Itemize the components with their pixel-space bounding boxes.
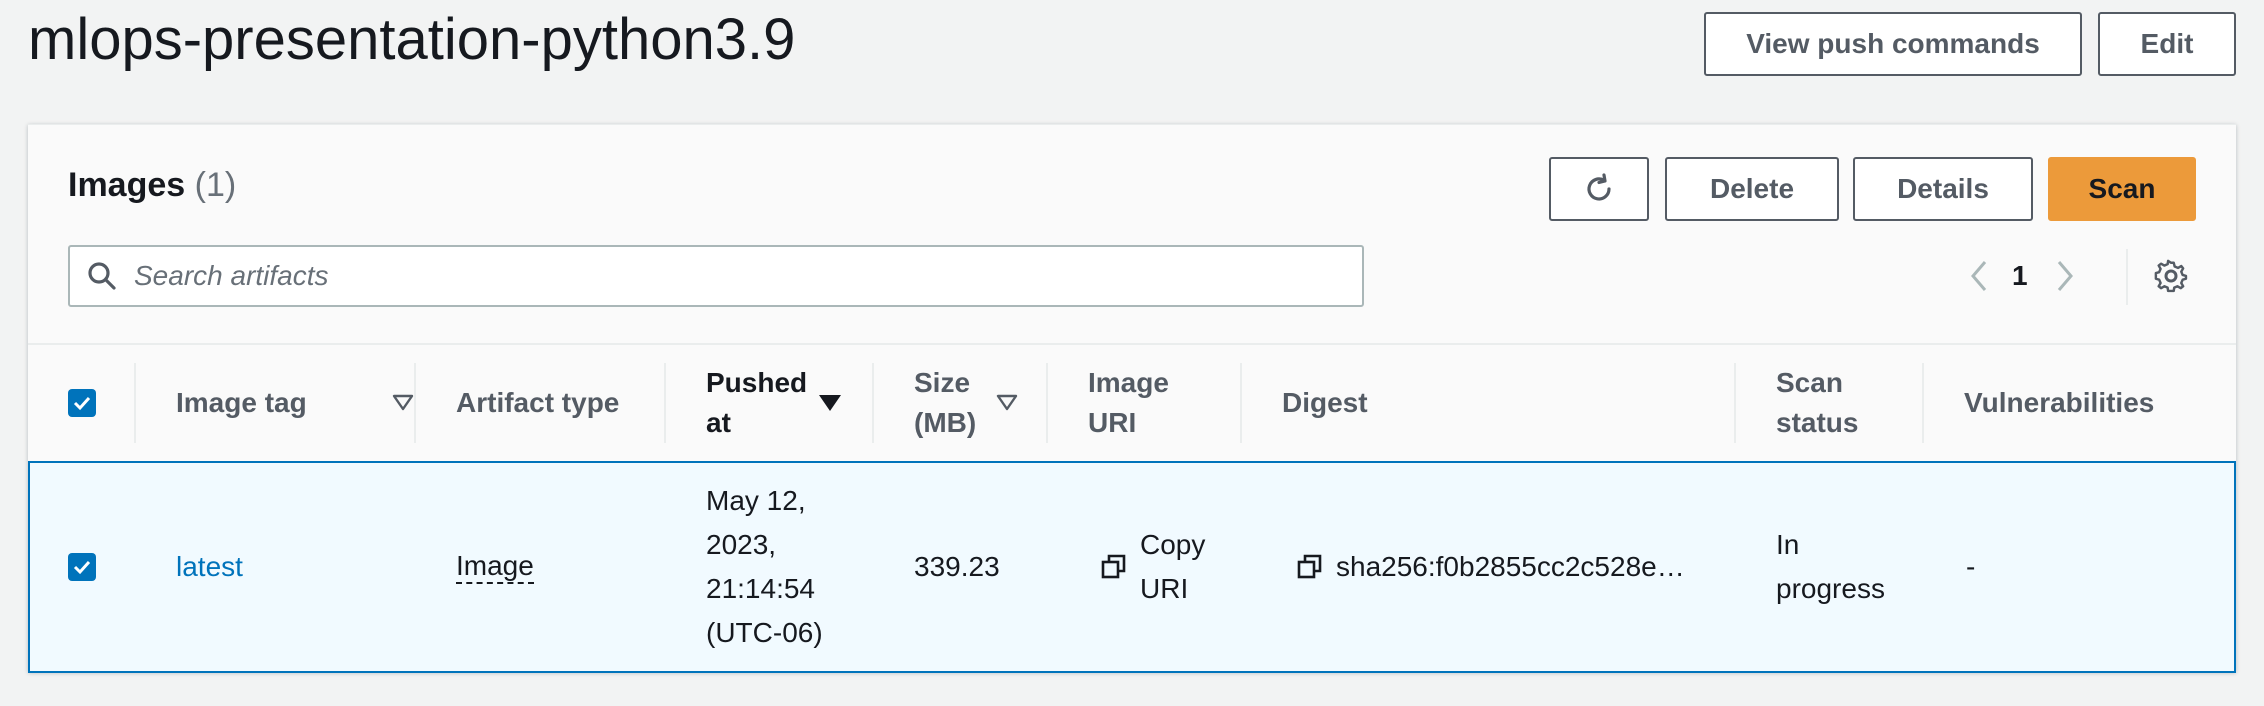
vulnerabilities-value: -	[1966, 551, 1976, 582]
pagination-divider	[2126, 249, 2128, 305]
artifact-type-cell: Image	[456, 463, 534, 671]
column-separator	[1240, 363, 1242, 443]
image-tag-cell: latest	[176, 463, 243, 671]
pagination: 1	[1968, 245, 2076, 307]
refresh-icon	[1582, 172, 1616, 206]
view-push-commands-label: View push commands	[1746, 28, 2040, 59]
page-number[interactable]: 1	[2012, 260, 2028, 292]
column-separator	[134, 363, 136, 443]
image-uri-cell: Copy URI	[1100, 463, 1220, 671]
column-header-label: Scan status	[1776, 367, 1859, 438]
checkbox-checked-icon	[68, 389, 96, 417]
edit-button[interactable]: Edit	[2098, 12, 2236, 76]
search-box[interactable]	[68, 245, 1364, 307]
vulnerabilities-cell: -	[1966, 463, 1975, 671]
column-header-scan-status[interactable]: Scan status	[1776, 345, 1886, 461]
copy-icon	[1296, 553, 1324, 581]
settings-gear-icon[interactable]	[2154, 259, 2188, 293]
column-header-label: Image tag	[176, 387, 307, 418]
image-tag-link[interactable]: latest	[176, 545, 243, 589]
details-button[interactable]: Details	[1853, 157, 2033, 221]
scan-status-cell: In progress	[1776, 463, 1906, 671]
copy-digest-button[interactable]: sha256:f0b2855cc2c528e…	[1296, 545, 1685, 589]
column-separator	[1734, 363, 1736, 443]
scan-button[interactable]: Scan	[2048, 157, 2196, 221]
next-page-icon[interactable]	[2054, 259, 2076, 293]
edit-label: Edit	[2140, 28, 2194, 59]
search-icon	[70, 260, 118, 292]
column-header-label: Size (MB)	[914, 367, 977, 438]
column-header-vulnerabilities[interactable]: Vulnerabilities	[1964, 345, 2154, 461]
column-header-size[interactable]: Size (MB)	[914, 345, 1054, 461]
sort-descending-icon	[818, 393, 842, 413]
column-header-label: Vulnerabilities	[1964, 387, 2155, 418]
page-title: mlops-presentation-python3.9	[28, 7, 796, 72]
column-separator	[1046, 363, 1048, 443]
table-header: Image tag Artifact type Pushed at Size (…	[28, 343, 2236, 461]
panel-title: Images (1)	[68, 163, 236, 207]
checkbox-checked-icon	[68, 553, 96, 581]
digest-cell: sha256:f0b2855cc2c528e…	[1296, 463, 1685, 671]
panel-title-text: Images	[68, 166, 186, 204]
panel-title-count: (1)	[194, 166, 237, 204]
artifact-type-value[interactable]: Image	[456, 550, 534, 584]
copy-uri-button[interactable]: Copy URI	[1100, 523, 1210, 611]
column-header-digest[interactable]: Digest	[1282, 345, 1368, 461]
search-input[interactable]	[132, 259, 1316, 293]
refresh-button[interactable]	[1549, 157, 1649, 221]
sort-triangle-icon	[996, 394, 1018, 412]
column-header-image-tag[interactable]: Image tag	[176, 345, 416, 461]
column-separator	[1922, 363, 1924, 443]
column-header-image-uri[interactable]: Image URI	[1088, 345, 1198, 461]
pushed-at-value: May 12, 2023, 21:14:54 (UTC-06)	[706, 485, 823, 648]
copy-icon	[1100, 553, 1128, 581]
column-separator	[872, 363, 874, 443]
sort-triangle-icon	[392, 394, 414, 412]
scan-label: Scan	[2088, 173, 2156, 204]
column-header-label: Pushed at	[706, 367, 808, 438]
pushed-at-cell: May 12, 2023, 21:14:54 (UTC-06)	[706, 463, 836, 671]
row-select-checkbox[interactable]	[68, 463, 96, 671]
column-header-pushed-at[interactable]: Pushed at	[706, 345, 856, 461]
details-label: Details	[1897, 173, 1989, 204]
digest-value: sha256:f0b2855cc2c528e…	[1336, 551, 1685, 582]
column-header-label: Artifact type	[456, 387, 620, 418]
delete-button[interactable]: Delete	[1665, 157, 1839, 221]
images-panel: Images (1) Delete Details Scan Search ar…	[28, 124, 2236, 673]
select-all-checkbox[interactable]	[68, 345, 96, 461]
scan-status-value: In progress	[1776, 529, 1885, 604]
delete-label: Delete	[1709, 173, 1795, 204]
column-separator	[414, 363, 416, 443]
view-push-commands-button[interactable]: View push commands	[1704, 12, 2082, 76]
size-cell: 339.23	[914, 463, 1000, 671]
column-header-artifact-type[interactable]: Artifact type	[456, 345, 619, 461]
previous-page-icon[interactable]	[1968, 259, 1990, 293]
size-value: 339.23	[914, 551, 1000, 582]
table-row[interactable]: latest Image May 12, 2023, 21:14:54 (UTC…	[28, 461, 2236, 673]
column-header-label: Digest	[1282, 387, 1368, 418]
copy-uri-label: Copy URI	[1140, 529, 1206, 604]
column-header-label: Image URI	[1088, 367, 1169, 438]
column-separator	[664, 363, 666, 443]
